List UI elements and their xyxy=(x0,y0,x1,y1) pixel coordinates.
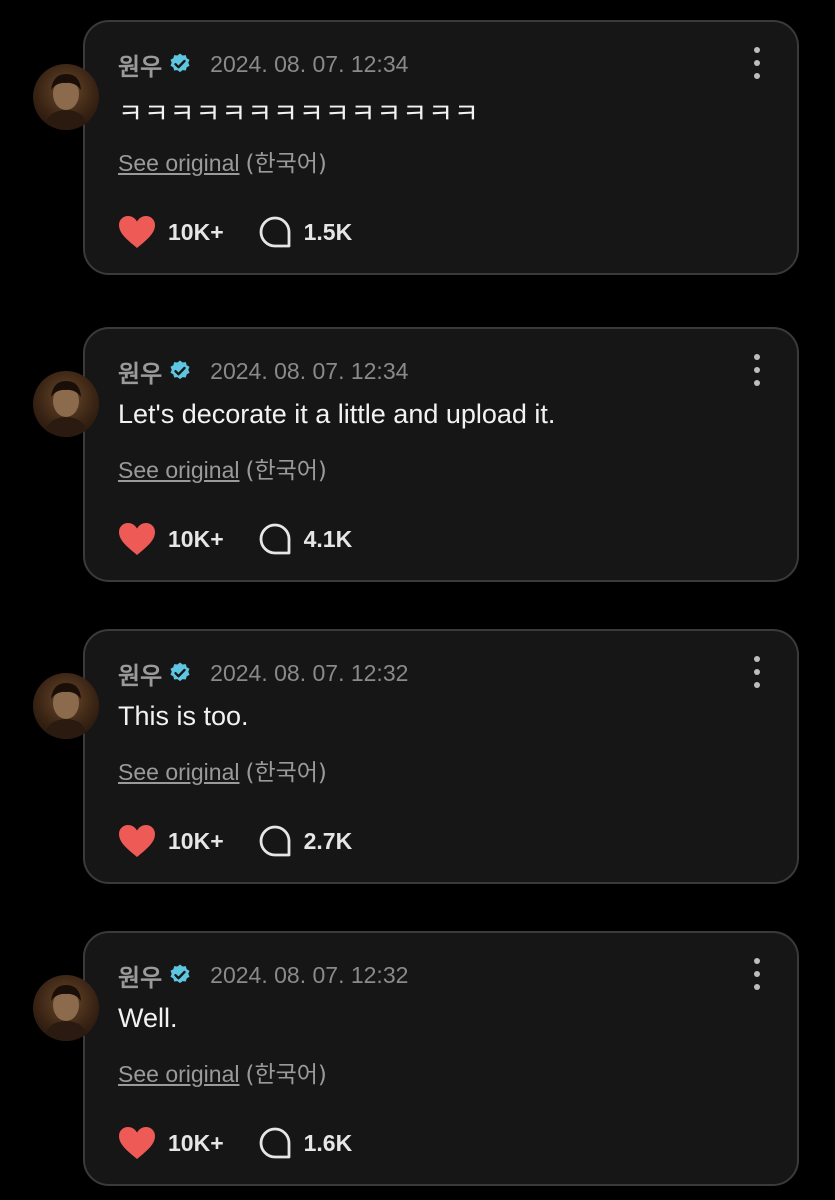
heart-icon xyxy=(119,825,155,857)
like-count: 10K+ xyxy=(168,1129,224,1156)
more-options-icon[interactable] xyxy=(743,47,771,79)
like-count: 10K+ xyxy=(168,218,224,245)
more-options-icon[interactable] xyxy=(743,354,771,386)
like-count: 10K+ xyxy=(168,827,224,854)
post-timestamp: 2024. 08. 07. 12:34 xyxy=(210,50,409,77)
more-options-icon[interactable] xyxy=(743,656,771,688)
post-header: 원우 2024. 08. 07. 12:32 xyxy=(118,958,408,992)
translation-note: See original (한국어) xyxy=(118,451,327,485)
verified-badge-icon xyxy=(170,662,190,682)
comment-bubble-icon xyxy=(259,1127,291,1159)
post-actions: 10K+ 1.6K xyxy=(118,1123,352,1163)
like-button[interactable]: 10K+ xyxy=(118,215,224,249)
comment-button[interactable]: 1.6K xyxy=(258,1126,353,1160)
post-text: Well. xyxy=(118,1003,178,1033)
comment-button[interactable]: 1.5K xyxy=(258,215,353,249)
post-bubble: 원우 2024. 08. 07. 12:34 Let's decorate it… xyxy=(83,327,799,582)
comment-button[interactable]: 2.7K xyxy=(258,824,353,858)
like-button[interactable]: 10K+ xyxy=(118,1126,224,1160)
post-actions: 10K+ 1.5K xyxy=(118,212,352,252)
heart-icon xyxy=(119,1127,155,1159)
author-name[interactable]: 원우 xyxy=(118,656,162,691)
see-original-link[interactable]: See original xyxy=(118,150,239,176)
post-timestamp: 2024. 08. 07. 12:32 xyxy=(210,659,409,686)
comment-button[interactable]: 4.1K xyxy=(258,522,353,556)
comment-count: 1.5K xyxy=(303,218,353,245)
avatar[interactable] xyxy=(33,673,99,739)
comment-bubble-icon xyxy=(259,825,291,857)
avatar[interactable] xyxy=(33,371,99,437)
post-actions: 10K+ 4.1K xyxy=(118,519,352,559)
post-text: This is too. xyxy=(118,701,249,731)
post-timestamp: 2024. 08. 07. 12:34 xyxy=(210,357,409,384)
post-actions: 10K+ 2.7K xyxy=(118,821,352,861)
post-text: Let's decorate it a little and upload it… xyxy=(118,399,556,429)
post-text: ㅋㅋㅋㅋㅋㅋㅋㅋㅋㅋㅋㅋㅋㅋ xyxy=(118,99,480,130)
post-card: 원우 2024. 08. 07. 12:34 Let's decorate it… xyxy=(0,327,835,585)
post-card: 원우 2024. 08. 07. 12:32 This is too. See … xyxy=(0,629,835,887)
author-name[interactable]: 원우 xyxy=(118,47,162,82)
original-language: (한국어) xyxy=(245,458,327,484)
like-button[interactable]: 10K+ xyxy=(118,824,224,858)
comment-count: 4.1K xyxy=(303,525,353,552)
see-original-link[interactable]: See original xyxy=(118,759,239,785)
original-language: (한국어) xyxy=(245,151,327,177)
see-original-link[interactable]: See original xyxy=(118,457,239,483)
post-bubble: 원우 2024. 08. 07. 12:34 ㅋㅋㅋㅋㅋㅋㅋㅋㅋㅋㅋㅋㅋㅋ Se… xyxy=(83,20,799,275)
post-card: 원우 2024. 08. 07. 12:32 Well. See origina… xyxy=(0,931,835,1189)
verified-badge-icon xyxy=(170,964,190,984)
author-name[interactable]: 원우 xyxy=(118,354,162,389)
see-original-link[interactable]: See original xyxy=(118,1061,239,1087)
like-button[interactable]: 10K+ xyxy=(118,522,224,556)
avatar[interactable] xyxy=(33,64,99,130)
original-language: (한국어) xyxy=(245,1062,327,1088)
heart-icon xyxy=(119,523,155,555)
comment-count: 1.6K xyxy=(303,1129,353,1156)
translation-note: See original (한국어) xyxy=(118,1055,327,1089)
post-timestamp: 2024. 08. 07. 12:32 xyxy=(210,961,409,988)
post-header: 원우 2024. 08. 07. 12:32 xyxy=(118,656,408,690)
author-name[interactable]: 원우 xyxy=(118,958,162,993)
comment-bubble-icon xyxy=(259,216,291,248)
verified-badge-icon xyxy=(170,53,190,73)
avatar[interactable] xyxy=(33,975,99,1041)
post-header: 원우 2024. 08. 07. 12:34 xyxy=(118,354,408,388)
more-options-icon[interactable] xyxy=(743,958,771,990)
translation-note: See original (한국어) xyxy=(118,753,327,787)
comment-bubble-icon xyxy=(259,523,291,555)
translation-note: See original (한국어) xyxy=(118,144,327,178)
original-language: (한국어) xyxy=(245,760,327,786)
heart-icon xyxy=(119,216,155,248)
post-bubble: 원우 2024. 08. 07. 12:32 This is too. See … xyxy=(83,629,799,884)
post-bubble: 원우 2024. 08. 07. 12:32 Well. See origina… xyxy=(83,931,799,1186)
like-count: 10K+ xyxy=(168,525,224,552)
comment-count: 2.7K xyxy=(303,827,353,854)
post-card: 원우 2024. 08. 07. 12:34 ㅋㅋㅋㅋㅋㅋㅋㅋㅋㅋㅋㅋㅋㅋ Se… xyxy=(0,20,835,278)
post-header: 원우 2024. 08. 07. 12:34 xyxy=(118,47,408,81)
verified-badge-icon xyxy=(170,360,190,380)
